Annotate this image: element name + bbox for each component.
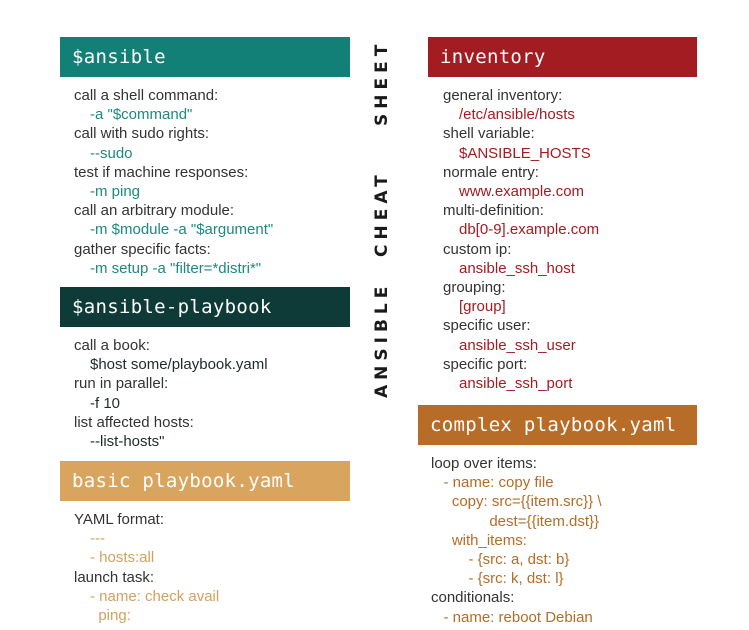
title-word-sheet: SHEET [372,39,392,127]
basic-line-2: - hosts:all [90,549,155,567]
ansible-label-3: call an arbitrary module: [74,202,235,220]
ansible-value-2: -m ping [90,183,141,201]
complex-line-4: with_items: [431,531,527,549]
playbook-value-0: $host some/playbook.yaml [90,356,268,374]
complex-line-6: - {src: k, dst: l} [431,570,564,588]
inventory-value-6: ansible_ssh_user [459,336,576,354]
inventory-label-7: specific port: [443,355,528,373]
playbook-label-1: run in parallel: [74,375,169,393]
complex-line-0: loop over items: [431,455,537,472]
inventory-value-3: db[0-9].example.com [459,221,600,239]
basic-line-5: ping: [90,607,131,625]
ansible-label-4: gather specific facts: [74,240,211,258]
section-header-playbook: $ansible-playbook [60,287,350,327]
section-body-inventory: general inventory: /etc/ansible/hosts sh… [443,86,703,393]
section-body-basic-playbook: YAML format: --- - hosts:all launch task… [74,510,354,625]
complex-line-7: conditionals: [431,589,515,607]
basic-line-1: --- [90,530,105,548]
inventory-label-4: custom ip: [443,240,512,258]
playbook-value-2: --list-hosts" [90,433,165,451]
section-body-playbook: call a book: $host some/playbook.yaml ru… [74,336,354,451]
title-word-ansible: ANSIBLE [372,281,392,399]
inventory-value-0: /etc/ansible/hosts [459,106,575,124]
complex-line-8: - name: reboot Debian [431,608,593,626]
ansible-label-0: call a shell command: [74,87,219,104]
playbook-value-1: -f 10 [90,394,121,412]
title-word-cheat: CHEAT [372,170,392,258]
ansible-value-0: -a "$command" [90,106,193,124]
ansible-value-4: -m setup -a "filter=*distri*" [90,259,262,277]
complex-line-1: - name: copy file [431,474,554,492]
section-header-ansible: $ansible [60,37,350,77]
ansible-value-1: --sudo [90,144,133,162]
ansible-label-2: test if machine responses: [74,163,249,181]
inventory-label-6: specific user: [443,317,531,335]
section-header-basic-playbook: basic playbook.yaml [60,461,350,501]
section-body-ansible: call a shell command: -a "$command" call… [74,86,354,278]
basic-line-0: YAML format: [74,511,165,528]
inventory-value-1: $ANSIBLE_HOSTS [459,144,591,162]
complex-line-5: - {src: a, dst: b} [431,551,570,569]
inventory-label-3: multi-definition: [443,202,544,220]
inventory-value-4: ansible_ssh_host [459,259,575,277]
inventory-label-1: shell variable: [443,125,535,143]
section-header-inventory: inventory [428,37,697,77]
inventory-value-5: [group] [459,298,506,316]
complex-line-2: copy: src={{item.src}} \ [431,493,602,511]
inventory-value-7: ansible_ssh_port [459,375,573,393]
ansible-label-1: call with sudo rights: [74,125,210,143]
section-header-complex-playbook: complex playbook.yaml [418,405,697,445]
inventory-value-2: www.example.com [459,183,585,201]
basic-line-3: launch task: [74,568,155,586]
cheat-sheet-title: SHEET CHEAT ANSIBLE [372,30,412,400]
complex-line-3: dest={{item.dst}} [431,512,600,530]
section-body-complex-playbook: loop over items: - name: copy file copy:… [431,454,711,627]
inventory-label-2: normale entry: [443,163,539,181]
inventory-label-5: grouping: [443,279,506,297]
inventory-label-0: general inventory: [443,87,563,104]
playbook-label-0: call a book: [74,337,150,354]
ansible-value-3: -m $module -a "$argument" [90,221,274,239]
playbook-label-2: list affected hosts: [74,413,194,431]
basic-line-4: - name: check avail [90,587,220,605]
